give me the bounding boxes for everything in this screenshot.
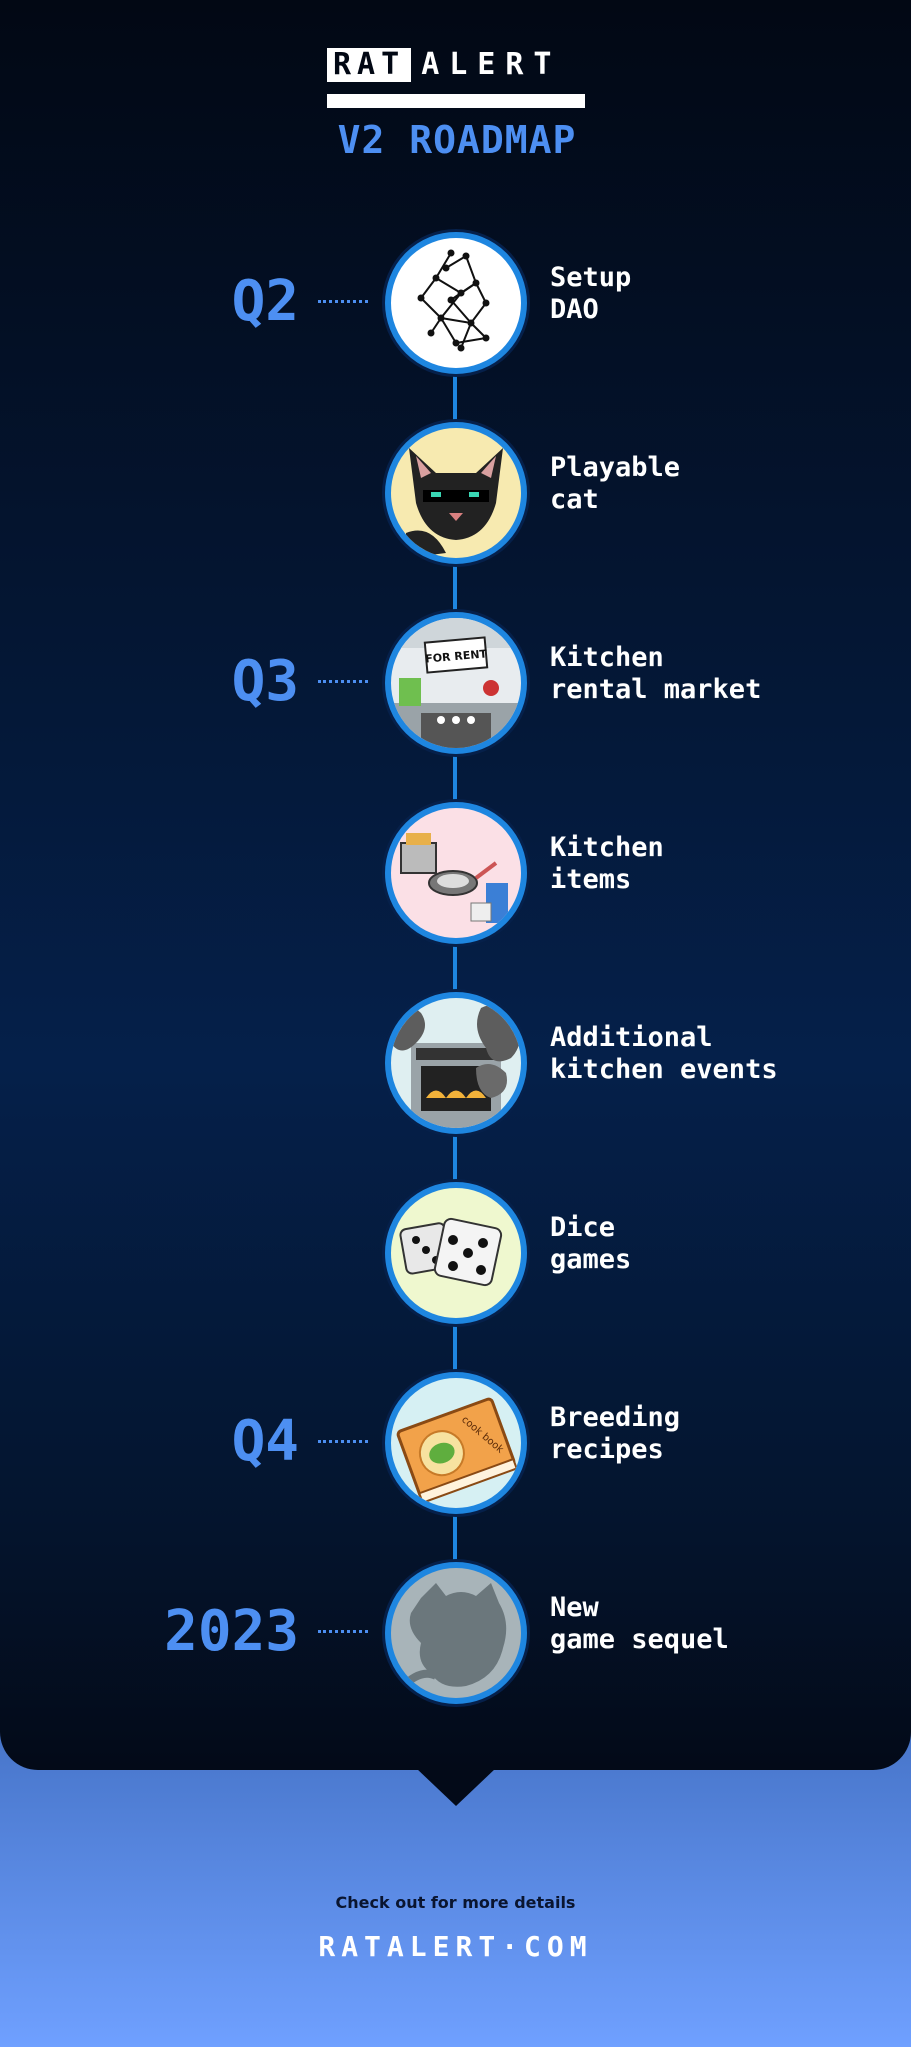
- quarter-connector: [318, 300, 368, 303]
- dice-icon: [385, 1182, 527, 1324]
- oven-smoke-icon: [385, 992, 527, 1134]
- network-icon: [385, 232, 527, 374]
- roadmap-item: Q2 Setup DAO: [0, 232, 911, 374]
- roadmap-item: Q3 FOR RENT Kitchen rental market: [0, 612, 911, 754]
- logo-block-text: RAT: [327, 48, 412, 82]
- quarter-label: 2023: [164, 1599, 299, 1664]
- cookbook-icon: cook book: [385, 1372, 527, 1514]
- kitchen-items-icon: [385, 802, 527, 944]
- cat-icon: [385, 422, 527, 564]
- roadmap-item: Additional kitchen events: [0, 992, 911, 1134]
- footer-note: Check out for more details: [335, 1893, 576, 1912]
- roadmap-item: Dice games: [0, 1182, 911, 1324]
- roadmap-item: Q4 cook book Breeding recipes: [0, 1372, 911, 1514]
- quarter-connector: [318, 1440, 368, 1443]
- logo-underline: [327, 94, 585, 108]
- milestone-label: New game sequel: [550, 1592, 729, 1655]
- rat-silhouette-icon: [385, 1562, 527, 1704]
- roadmap-item: Kitchen items: [0, 802, 911, 944]
- roadmap-item: 2023 New game sequel: [0, 1562, 911, 1704]
- milestone-label: Breeding recipes: [550, 1402, 681, 1465]
- quarter-label: Q2: [231, 269, 299, 334]
- panel-pointer: [416, 1768, 496, 1806]
- page-title: V2 ROADMAP: [337, 118, 577, 162]
- ratalert-logo: RAT ALERT: [327, 48, 585, 108]
- website-link[interactable]: RATALERT·COM: [0, 1930, 911, 1963]
- milestone-label: Kitchen items: [550, 832, 664, 895]
- for-rent-kitchen-icon: FOR RENT: [385, 612, 527, 754]
- milestone-label: Playable cat: [550, 452, 681, 515]
- quarter-label: Q3: [231, 649, 299, 714]
- milestone-label: Dice games: [550, 1212, 632, 1275]
- quarter-label: Q4: [231, 1409, 299, 1474]
- milestone-label: Kitchen rental market: [550, 642, 762, 705]
- roadmap-item: Playable cat: [0, 422, 911, 564]
- milestone-label: Setup DAO: [550, 262, 632, 325]
- milestone-label: Additional kitchen events: [550, 1022, 778, 1085]
- quarter-connector: [318, 680, 368, 683]
- quarter-connector: [318, 1630, 368, 1633]
- logo-rest-text: ALERT: [421, 47, 562, 82]
